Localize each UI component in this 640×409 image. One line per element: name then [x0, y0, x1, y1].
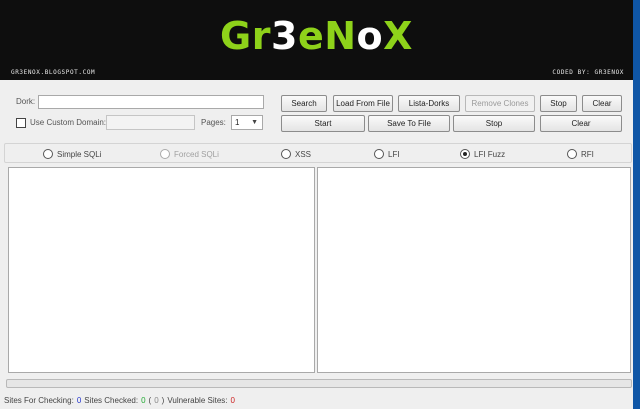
sites-for-checking-label: Sites For Checking: — [4, 396, 74, 405]
mode-label: LFI — [388, 149, 400, 159]
logo-text-part: 3 — [270, 14, 298, 58]
mode-forced-sqli[interactable]: Forced SQLi — [160, 149, 219, 159]
mode-lfi-fuzz[interactable]: LFI Fuzz — [460, 149, 505, 159]
mode-rfi[interactable]: RFI — [567, 149, 594, 159]
sites-checked-count: 0 — [141, 396, 146, 405]
search-button[interactable]: Search — [281, 95, 327, 112]
vulnerable-sites-count: 0 — [230, 396, 235, 405]
radio-icon — [567, 149, 577, 159]
sites-checked-label: Sites Checked: — [84, 396, 139, 405]
logo-text-part: o — [356, 14, 384, 58]
mode-label: RFI — [581, 149, 594, 159]
paren-close: ) — [161, 396, 165, 405]
status-bar: Sites For Checking: 0 Sites Checked: 0 (… — [4, 396, 235, 405]
paren-open: ( — [148, 396, 152, 405]
custom-domain-checkbox[interactable] — [16, 118, 26, 128]
progress-bar — [6, 379, 632, 388]
custom-domain-input[interactable] — [106, 115, 195, 130]
mode-xss[interactable]: XSS — [281, 149, 311, 159]
radio-icon — [460, 149, 470, 159]
logo-text-part: X — [383, 14, 413, 58]
clear-results-button[interactable]: Clear — [540, 115, 622, 132]
stop-scan-button[interactable]: Stop — [453, 115, 535, 132]
start-button[interactable]: Start — [281, 115, 365, 132]
app-logo: Gr3eNoX — [0, 10, 633, 62]
mode-label: LFI Fuzz — [474, 149, 506, 159]
radio-icon — [160, 149, 170, 159]
logo-text-part: Gr — [220, 14, 271, 58]
logo-text-part: eN — [297, 14, 357, 58]
clear-search-button[interactable]: Clear — [582, 95, 622, 112]
lista-dorks-button[interactable]: Lista-Dorks — [398, 95, 460, 112]
scan-mode-group: Simple SQLi Forced SQLi XSS LFI LFI Fuzz… — [4, 143, 632, 163]
dork-label: Dork: — [16, 97, 36, 106]
chevron-down-icon: ▼ — [251, 119, 258, 126]
window-edge-strip — [633, 0, 640, 409]
results-list-right[interactable] — [317, 167, 631, 373]
pages-label: Pages: — [201, 118, 226, 127]
mode-label: Forced SQLi — [174, 149, 219, 159]
pages-select-value: 1 — [235, 118, 240, 127]
coded-by-label: Coded By: Gr3enoX — [552, 69, 624, 76]
mode-lfi[interactable]: LFI — [374, 149, 400, 159]
remove-clones-button[interactable]: Remove Clones — [465, 95, 535, 112]
radio-icon — [374, 149, 384, 159]
mode-simple-sqli[interactable]: Simple SQLi — [43, 149, 101, 159]
mode-label: XSS — [295, 149, 312, 159]
load-from-file-button[interactable]: Load From File — [333, 95, 393, 112]
results-list-left[interactable] — [8, 167, 315, 373]
save-to-file-button[interactable]: Save To File — [368, 115, 450, 132]
sites-checked-extra: 0 — [154, 396, 159, 405]
blog-link[interactable]: Gr3enoX.blogspot.com — [11, 69, 95, 76]
header-banner: Gr3eNoX Gr3enoX.blogspot.com Coded By: G… — [0, 0, 633, 80]
pages-select[interactable]: 1 ▼ — [231, 115, 263, 130]
dork-input[interactable] — [38, 95, 264, 109]
mode-label: Simple SQLi — [57, 149, 102, 159]
sites-for-checking-count: 0 — [76, 396, 82, 405]
custom-domain-label: Use Custom Domain: — [30, 118, 107, 127]
radio-icon — [43, 149, 53, 159]
stop-search-button[interactable]: Stop — [540, 95, 577, 112]
radio-icon — [281, 149, 291, 159]
vulnerable-sites-label: Vulnerable Sites: — [167, 396, 228, 405]
